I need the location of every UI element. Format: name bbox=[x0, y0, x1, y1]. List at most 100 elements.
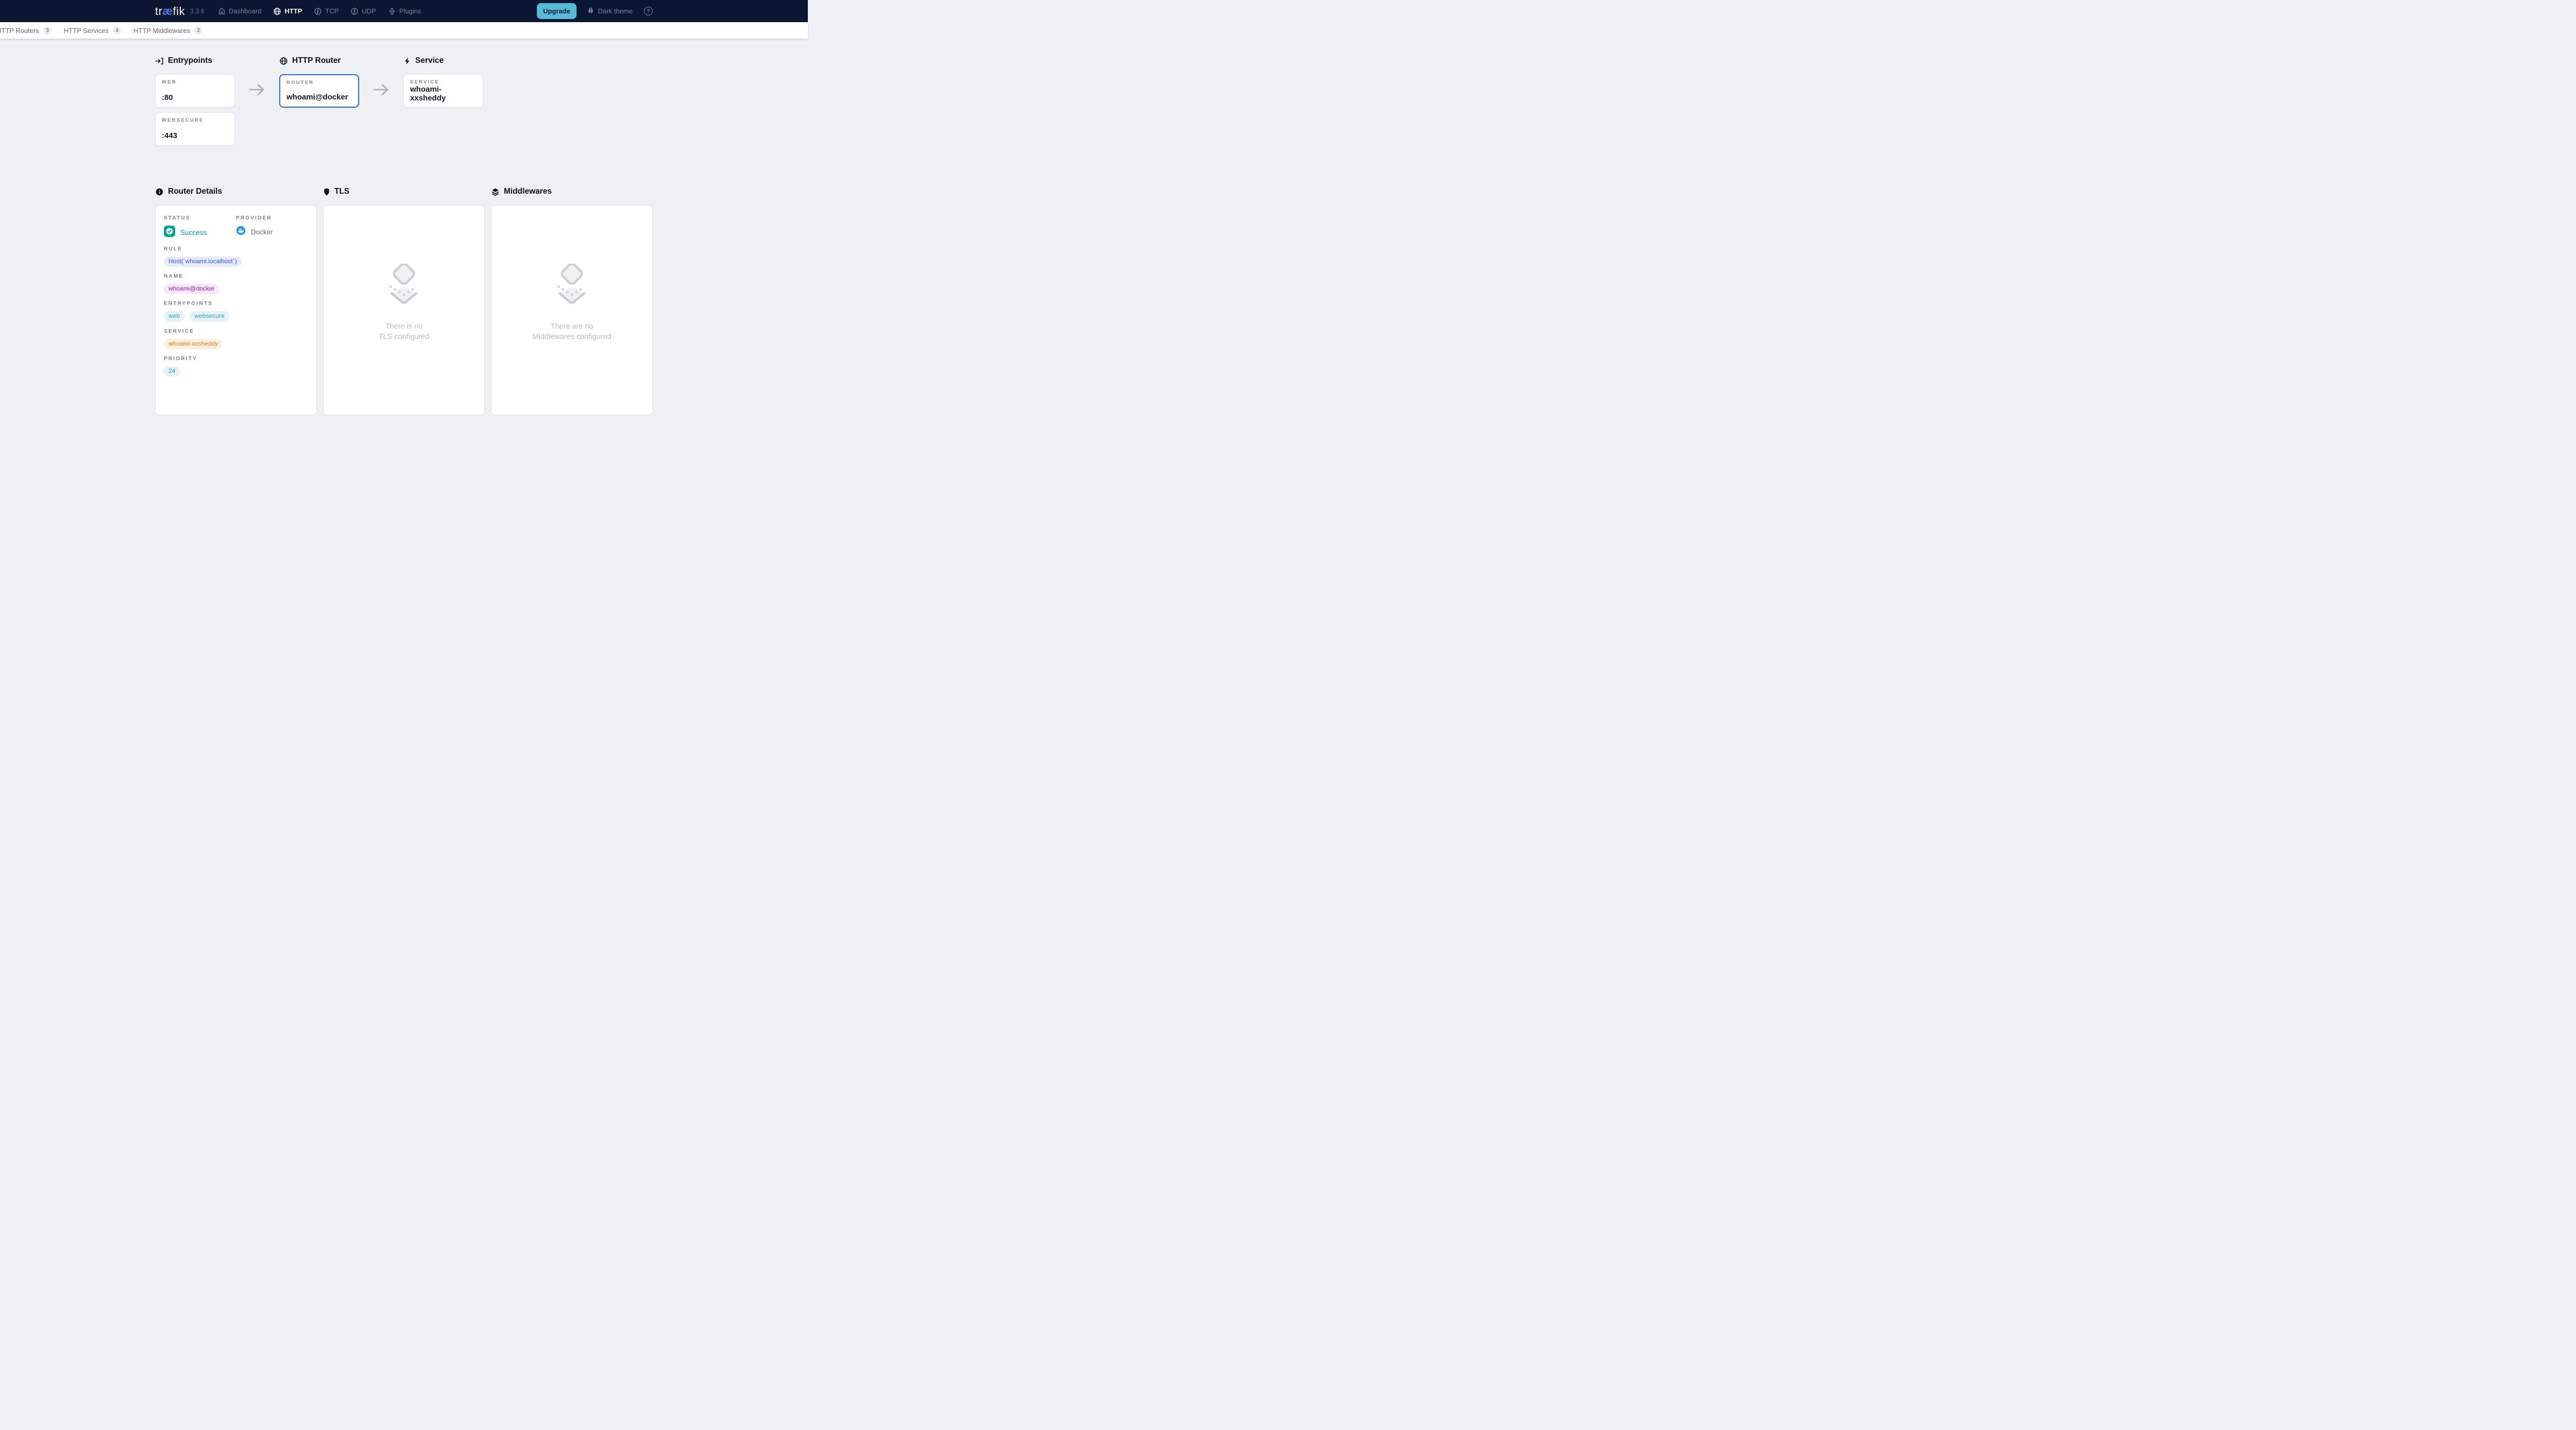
logo-text-ae: æ bbox=[162, 5, 173, 18]
logo-text-pre: tr bbox=[155, 5, 162, 18]
name-label: NAME bbox=[164, 274, 308, 279]
top-navbar: træfik 3.3.6 Dashboard HTTP TCP bbox=[0, 0, 808, 22]
traefik-logo[interactable]: træfik bbox=[155, 5, 185, 18]
info-icon bbox=[155, 188, 164, 196]
nav-item-label: HTTP bbox=[284, 7, 302, 15]
globe-icon bbox=[273, 7, 281, 15]
sub-navbar: HTTP Routers 3 HTTP Services 4 HTTP Midd… bbox=[0, 22, 808, 39]
nav-item-label: UDP bbox=[362, 7, 376, 15]
entrypoint-badge-websecure: websecure bbox=[190, 311, 229, 321]
service-card-value: whoami-xxsheddy bbox=[410, 85, 477, 103]
help-button[interactable]: ? bbox=[644, 7, 653, 15]
section-title-text: HTTP Router bbox=[292, 56, 341, 65]
rule-field: RULE Host(`whoami.localhost`) bbox=[164, 246, 308, 267]
droplet-icon bbox=[587, 6, 595, 16]
theme-toggle-label: Dark theme bbox=[598, 7, 633, 15]
tab-label: HTTP Services bbox=[64, 27, 109, 35]
router-details-panel: Router Details STATUS Success bbox=[155, 187, 317, 415]
count-badge: 3 bbox=[43, 26, 52, 35]
globe-icon bbox=[279, 57, 288, 65]
lightning-bolt-icon bbox=[403, 57, 411, 65]
empty-line: There is no bbox=[379, 322, 429, 332]
nav-item-label: Dashboard bbox=[229, 7, 262, 15]
upgrade-button[interactable]: Upgrade bbox=[537, 3, 577, 19]
flow-section: Entrypoints HTTP Router Service WEB :80 … bbox=[155, 56, 653, 146]
middlewares-empty-message: There are no Middlewares configured bbox=[532, 322, 611, 342]
theme-toggle[interactable]: Dark theme bbox=[587, 6, 633, 16]
entrypoint-card-websecure: WEBSECURE :443 bbox=[155, 112, 235, 146]
service-section-title: Service bbox=[403, 56, 483, 65]
router-card-value: whoami@docker bbox=[286, 93, 352, 101]
status-field: STATUS Success bbox=[164, 215, 236, 240]
entrypoints-section-title: Entrypoints bbox=[155, 56, 235, 65]
entrypoint-badge-web: web bbox=[164, 311, 184, 321]
tls-empty-message: There is no TLS configured bbox=[379, 322, 429, 342]
nav-item-plugins[interactable]: Plugins bbox=[388, 7, 421, 15]
logo-text-post: fik bbox=[173, 5, 185, 18]
service-field: SERVICE whoami-xxsheddy bbox=[164, 329, 308, 349]
provider-label: PROVIDER bbox=[236, 215, 308, 221]
nav-item-tcp[interactable]: TCP bbox=[314, 7, 338, 15]
section-title-text: Service bbox=[415, 56, 444, 65]
arrow-right-icon bbox=[248, 83, 266, 99]
status-provider-row: STATUS Success PROVIDER Docke bbox=[164, 215, 308, 240]
empty-line: TLS configured bbox=[379, 332, 429, 343]
nav-item-label: Plugins bbox=[399, 7, 421, 15]
middlewares-title: Middlewares bbox=[491, 187, 653, 196]
main-content: Entrypoints HTTP Router Service WEB :80 … bbox=[155, 39, 653, 415]
success-check-icon bbox=[164, 226, 175, 240]
middlewares-card: There are no Middlewares configured bbox=[491, 205, 653, 415]
tls-card: There is no TLS configured bbox=[323, 205, 485, 415]
router-card-label: ROUTER bbox=[286, 80, 352, 86]
nav-item-dashboard[interactable]: Dashboard bbox=[218, 7, 262, 15]
flow-arrow-2 bbox=[359, 74, 403, 108]
tab-label: HTTP Middlewares bbox=[133, 27, 190, 35]
tab-http-middlewares[interactable]: HTTP Middlewares 2 bbox=[133, 26, 202, 35]
flow-head-gap bbox=[359, 56, 403, 65]
entrypoint-card-label: WEB bbox=[162, 79, 228, 85]
shield-icon bbox=[323, 188, 330, 196]
home-icon bbox=[218, 7, 226, 15]
service-card[interactable]: SERVICE whoami-xxsheddy bbox=[403, 74, 483, 108]
section-title-text: Middlewares bbox=[504, 187, 552, 196]
http-router-section-title: HTTP Router bbox=[279, 56, 359, 65]
tls-title: TLS bbox=[323, 187, 485, 196]
entrypoint-card-value: :443 bbox=[162, 131, 228, 140]
count-badge: 4 bbox=[113, 26, 121, 35]
rule-label: RULE bbox=[164, 246, 308, 252]
entrypoints-field: ENTRYPOINTS web websecure bbox=[164, 301, 308, 321]
priority-badge: 24 bbox=[164, 366, 180, 377]
docker-icon bbox=[236, 226, 246, 238]
name-badge: whoami@docker bbox=[164, 284, 219, 294]
tab-http-services[interactable]: HTTP Services 4 bbox=[64, 26, 121, 35]
flow-head-gap bbox=[235, 56, 279, 65]
tab-http-routers[interactable]: HTTP Routers 3 bbox=[0, 26, 52, 35]
nav-item-http[interactable]: HTTP bbox=[273, 7, 302, 15]
tls-panel: TLS bbox=[323, 187, 485, 415]
arrow-right-icon bbox=[372, 83, 390, 99]
router-details-card: STATUS Success PROVIDER Docke bbox=[155, 205, 317, 415]
empty-line: Middlewares configured bbox=[532, 332, 611, 343]
nav-item-udp[interactable]: UDP bbox=[350, 7, 376, 15]
section-title-text: Router Details bbox=[168, 187, 222, 196]
empty-layers-icon bbox=[385, 264, 422, 309]
flow-arrow-1 bbox=[235, 74, 279, 108]
router-details-title: Router Details bbox=[155, 187, 317, 196]
rule-badge: Host(`whoami.localhost`) bbox=[164, 257, 242, 267]
version-label: 3.3.6 bbox=[190, 8, 205, 15]
provider-field: PROVIDER Docker bbox=[236, 215, 308, 240]
router-card[interactable]: ROUTER whoami@docker bbox=[279, 74, 359, 108]
section-title-text: Entrypoints bbox=[168, 56, 212, 65]
empty-layers-icon bbox=[553, 264, 590, 309]
status-value: Success bbox=[180, 229, 207, 236]
entrypoint-card-label: WEBSECURE bbox=[162, 117, 228, 123]
priority-field: PRIORITY 24 bbox=[164, 356, 308, 377]
detail-panels-section: Router Details STATUS Success bbox=[155, 187, 653, 415]
entrypoints-label: ENTRYPOINTS bbox=[164, 301, 308, 307]
login-arrow-icon bbox=[155, 57, 164, 65]
count-badge: 2 bbox=[194, 26, 202, 35]
nav-item-label: TCP bbox=[325, 7, 338, 15]
layers-icon bbox=[491, 188, 500, 196]
service-badge: whoami-xxsheddy bbox=[164, 339, 223, 349]
entrypoint-card-web: WEB :80 bbox=[155, 74, 235, 108]
